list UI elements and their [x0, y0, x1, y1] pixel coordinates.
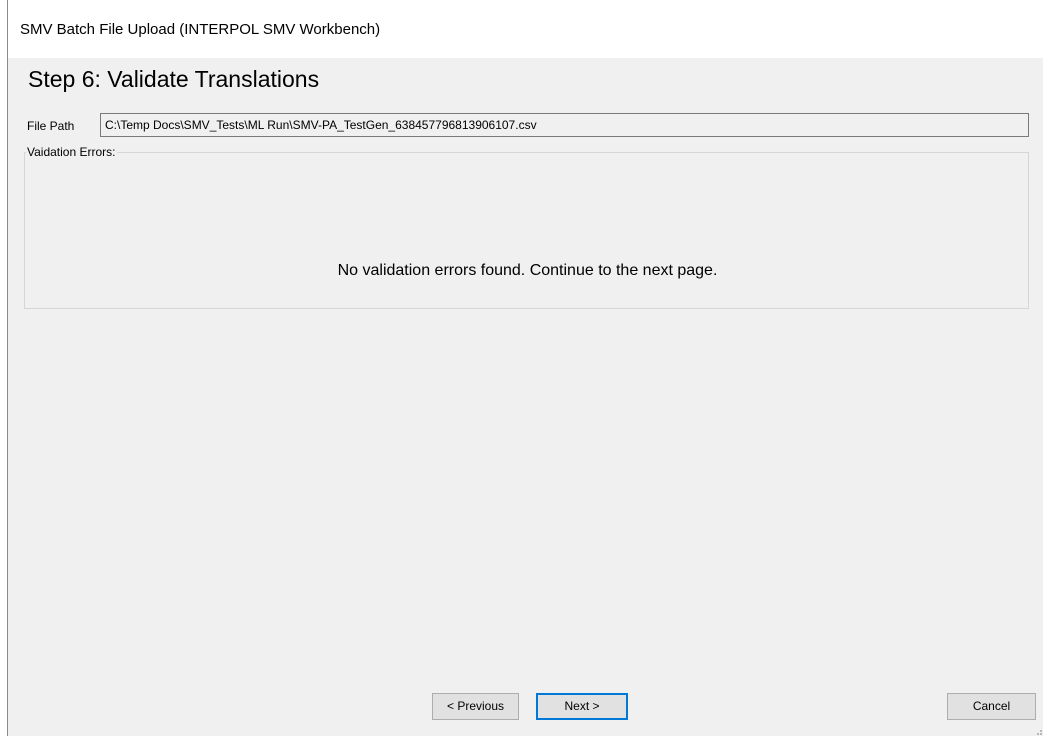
validation-errors-group-label: Vaidation Errors: [26, 145, 118, 159]
file-path-label: File Path [27, 119, 75, 133]
next-button[interactable]: Next > [536, 693, 628, 720]
validation-message: No validation errors found. Continue to … [337, 262, 718, 279]
wizard-window: SMV Batch File Upload (INTERPOL SMV Work… [7, 0, 1043, 736]
previous-button[interactable]: < Previous [432, 693, 519, 720]
file-path-field[interactable]: C:\Temp Docs\SMV_Tests\ML Run\SMV-PA_Tes… [100, 113, 1029, 137]
step-heading: Step 6: Validate Translations [28, 66, 320, 92]
cancel-button[interactable]: Cancel [947, 693, 1036, 720]
size-grip-icon[interactable] [1032, 725, 1042, 735]
title-bar[interactable]: SMV Batch File Upload (INTERPOL SMV Work… [8, 0, 1043, 58]
validation-errors-group: No validation errors found. Continue to … [24, 152, 1029, 309]
window-title: SMV Batch File Upload (INTERPOL SMV Work… [20, 21, 381, 38]
